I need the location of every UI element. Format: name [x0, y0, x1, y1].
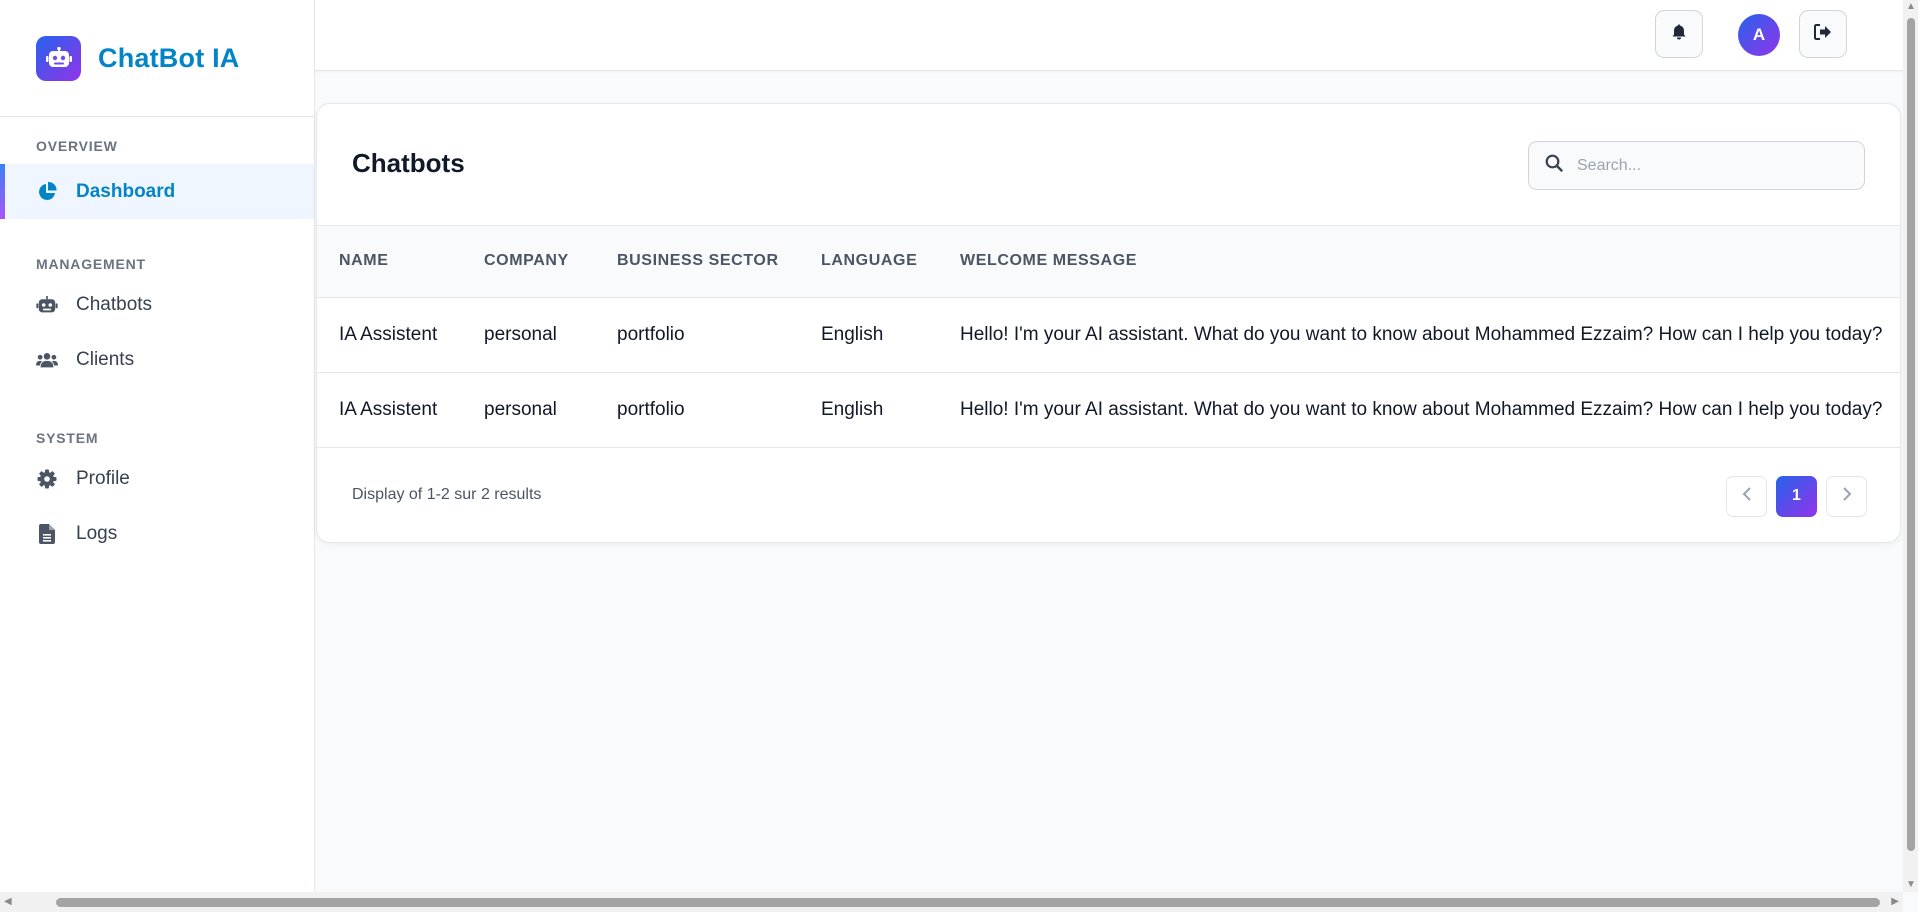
cell-company: personal	[484, 398, 557, 420]
sidebar-item-label: Chatbots	[76, 293, 153, 315]
chatbots-card: Chatbots NAME COMPANY BUSINESS SECTOR LA…	[316, 103, 1901, 543]
sidebar-item-logs[interactable]: Logs	[0, 506, 314, 561]
cell-language: English	[821, 323, 884, 345]
sidebar: ChatBot IA OVERVIEW Dashboard MANAGEMENT	[0, 0, 315, 892]
avatar[interactable]: A	[1738, 14, 1780, 56]
sidebar-item-label: Clients	[76, 348, 135, 370]
prev-page-button[interactable]	[1726, 475, 1767, 517]
table-header-row: NAME COMPANY BUSINESS SECTOR LANGUAGE WE…	[317, 226, 1900, 297]
chevron-left-icon	[1742, 486, 1752, 506]
sidebar-item-label: Dashboard	[76, 180, 176, 202]
vertical-scrollbar-thumb[interactable]	[1907, 18, 1915, 851]
cell-business-sector: portfolio	[617, 323, 685, 345]
users-icon	[36, 349, 58, 371]
column-header-language[interactable]: LANGUAGE	[799, 226, 938, 297]
sidebar-item-dashboard[interactable]: Dashboard	[0, 164, 314, 219]
scroll-down-arrow-icon[interactable]: ▼	[1906, 880, 1916, 890]
chart-pie-icon	[36, 181, 58, 203]
horizontal-scrollbar[interactable]: ◀ ▶	[0, 892, 1903, 912]
cell-business-sector: portfolio	[617, 398, 685, 420]
next-page-button[interactable]	[1826, 475, 1867, 517]
sign-out-icon	[1814, 23, 1832, 45]
column-header-company[interactable]: COMPANY	[462, 226, 595, 297]
chatbots-table: NAME COMPANY BUSINESS SECTOR LANGUAGE WE…	[317, 226, 1900, 448]
scroll-right-arrow-icon[interactable]: ▶	[1891, 897, 1899, 907]
cell-language: English	[821, 398, 884, 420]
sidebar-item-profile[interactable]: Profile	[0, 451, 314, 506]
cell-welcome-message: Hello! I'm your AI assistant. What do yo…	[960, 323, 1883, 345]
vertical-scrollbar[interactable]: ▲ ▼	[1903, 0, 1918, 892]
sidebar-item-label: Profile	[76, 467, 130, 489]
chevron-right-icon	[1842, 486, 1852, 506]
sidebar-item-chatbots[interactable]: Chatbots	[0, 277, 314, 332]
scroll-up-arrow-icon[interactable]: ▲	[1906, 2, 1916, 12]
notifications-button[interactable]	[1655, 10, 1703, 58]
cell-welcome-message: Hello! I'm your AI assistant. What do yo…	[960, 398, 1883, 420]
file-icon	[36, 523, 58, 545]
column-header-name[interactable]: NAME	[317, 226, 462, 297]
cell-company: personal	[484, 323, 557, 345]
page-button-current[interactable]: 1	[1776, 475, 1817, 517]
robot-icon	[36, 294, 58, 316]
section-title-system: SYSTEM	[36, 430, 99, 446]
top-bar: A	[315, 0, 1903, 71]
section-title-overview: OVERVIEW	[36, 138, 118, 154]
cell-name: IA Assistent	[339, 398, 438, 420]
search-input[interactable]	[1577, 156, 1837, 175]
gear-icon	[36, 468, 58, 490]
robot-icon	[36, 35, 81, 81]
brand-name: ChatBot IA	[98, 42, 240, 73]
horizontal-scrollbar-thumb[interactable]	[56, 898, 1880, 907]
section-title-management: MANAGEMENT	[36, 256, 146, 272]
scroll-left-arrow-icon[interactable]: ◀	[4, 897, 12, 907]
table-row[interactable]: IA Assistent personal portfolio English …	[317, 372, 1900, 447]
logout-button[interactable]	[1799, 10, 1847, 58]
search-icon	[1545, 154, 1563, 177]
page-title: Chatbots	[352, 148, 465, 178]
sidebar-item-clients[interactable]: Clients	[0, 332, 314, 387]
results-summary: Display of 1-2 sur 2 results	[352, 485, 542, 503]
table-row[interactable]: IA Assistent personal portfolio English …	[317, 297, 1900, 372]
card-header: Chatbots	[317, 104, 1900, 226]
column-header-welcome-message[interactable]: WELCOME MESSAGE	[938, 226, 1900, 297]
column-header-business-sector[interactable]: BUSINESS SECTOR	[595, 226, 799, 297]
sidebar-item-label: Logs	[76, 522, 118, 544]
search-box[interactable]	[1528, 141, 1865, 190]
pagination-bar: Display of 1-2 sur 2 results 1	[317, 448, 1900, 543]
brand[interactable]: ChatBot IA	[0, 0, 314, 117]
bell-icon	[1672, 24, 1686, 45]
cell-name: IA Assistent	[339, 323, 438, 345]
